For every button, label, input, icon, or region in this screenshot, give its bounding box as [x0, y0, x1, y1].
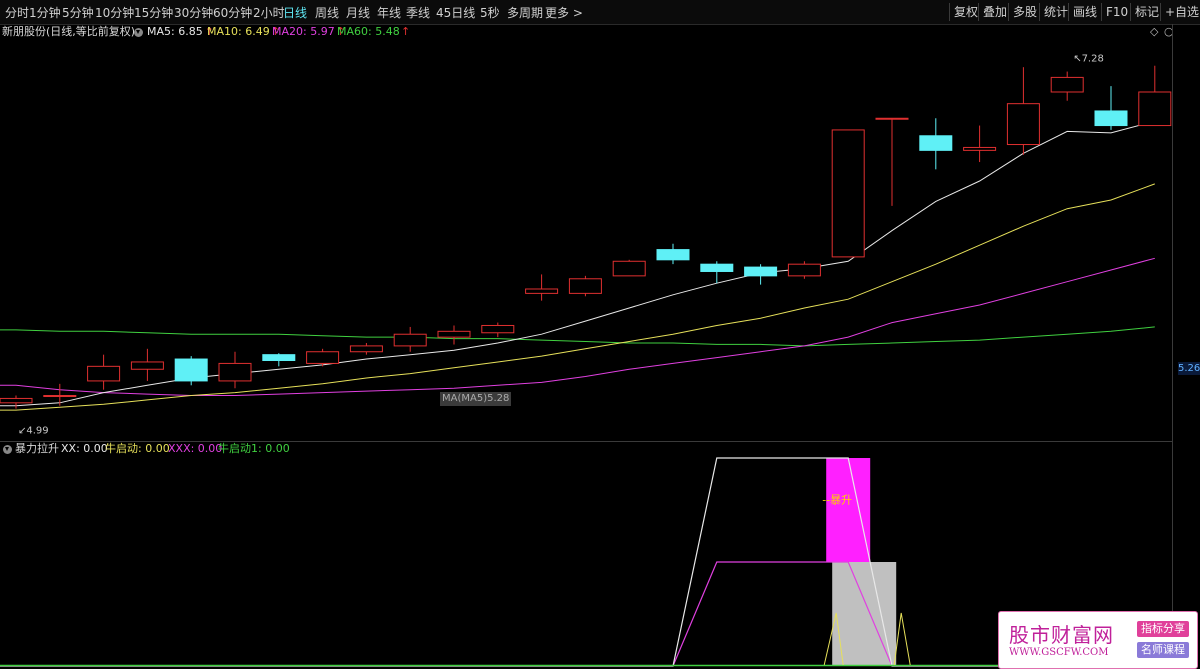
- ma60-line: [0, 326, 1155, 347]
- candle-18: [787, 261, 821, 279]
- candle-body: [130, 361, 164, 370]
- candle-body: [481, 324, 515, 334]
- watermark-tag-course: 名师课程: [1137, 642, 1189, 658]
- candle-11: [481, 322, 515, 338]
- candle-body: [612, 260, 646, 277]
- candle-16: [700, 261, 734, 284]
- candle-body: [1006, 103, 1040, 146]
- candle-19: [831, 129, 865, 258]
- candle-9: [393, 326, 427, 352]
- candle-body: [0, 397, 33, 404]
- candle-body: [568, 278, 602, 294]
- candle-3: [130, 348, 164, 381]
- candle-body: [1050, 76, 1084, 93]
- candle-body: [262, 354, 296, 361]
- ma-tag: MA(MA5)5.28: [440, 392, 512, 406]
- candle-body: [393, 333, 427, 347]
- indicator-field-2: XXX: 0.00: [168, 442, 223, 455]
- indicator-name: 暴力拉升: [15, 442, 59, 455]
- watermark-url: WWW.GSCFW.COM: [1009, 647, 1109, 658]
- indicator-field-3: 牛启动1: 0.00: [218, 442, 290, 455]
- candle-body: [656, 249, 690, 261]
- indicator-field-0: XX: 0.00: [61, 442, 108, 455]
- candle-body: [43, 395, 77, 398]
- xx-line: [0, 457, 1172, 667]
- surge-annotation: --暴升: [822, 494, 852, 507]
- candle-body: [831, 129, 865, 258]
- candle-13: [568, 275, 602, 297]
- indicator-field-1: 牛启动: 0.00: [105, 442, 170, 455]
- candle-5: [218, 351, 252, 389]
- candle-2: [87, 354, 121, 390]
- candle-body: [787, 263, 821, 277]
- xxx-line: [0, 561, 1172, 667]
- candle-12: [525, 274, 559, 301]
- spike-left: [823, 612, 844, 666]
- candle-body: [218, 362, 252, 382]
- candle-4: [174, 356, 208, 386]
- candle-7: [306, 348, 340, 367]
- candle-23: [1006, 67, 1040, 155]
- candle-10: [437, 325, 471, 345]
- candle-body: [1138, 91, 1172, 127]
- ma5-line: [0, 120, 1155, 407]
- candle-body: [963, 146, 997, 151]
- watermark-tag-share: 指标分享: [1137, 621, 1189, 637]
- candle-25: [1094, 86, 1128, 130]
- candle-body: [1094, 110, 1128, 127]
- price-axis-label: 5.26: [1178, 362, 1200, 375]
- candlestick-chart[interactable]: ↖7.28 ↙4.99: [0, 0, 1172, 441]
- candle-15: [656, 243, 690, 265]
- candle-body: [875, 117, 909, 120]
- watermark-title: 股市财富网: [1009, 623, 1114, 647]
- candle-1: [43, 383, 77, 406]
- indicator-magenta-bar: [826, 458, 871, 562]
- candle-body: [919, 135, 953, 151]
- price-axis-border: [1172, 24, 1173, 668]
- low-price-label: ↙4.99: [18, 426, 49, 437]
- candle-22: [963, 125, 997, 163]
- watermark: 股市财富网 WWW.GSCFW.COM 指标分享 名师课程: [998, 611, 1198, 669]
- candle-6: [262, 353, 296, 367]
- candle-body: [306, 351, 340, 364]
- candle-0: [0, 395, 33, 409]
- candle-body: [174, 358, 208, 382]
- spike-right: [893, 612, 911, 666]
- candle-20: [875, 117, 909, 206]
- candle-24: [1050, 71, 1084, 101]
- ma10-line: [0, 183, 1155, 411]
- candle-17: [744, 264, 778, 285]
- candle-8: [349, 342, 383, 355]
- candle-21: [919, 118, 953, 170]
- indicator-dropdown-icon[interactable]: [3, 445, 12, 454]
- candle-body: [744, 266, 778, 277]
- candle-body: [700, 263, 734, 272]
- high-price-label: ↖7.28: [1073, 53, 1104, 64]
- candle-body: [437, 330, 471, 338]
- candle-body: [525, 288, 559, 294]
- indicator-gray-block: [832, 562, 897, 666]
- candle-body: [87, 365, 121, 382]
- candle-body: [349, 345, 383, 353]
- candle-26: [1138, 65, 1172, 127]
- candle-14: [612, 259, 646, 277]
